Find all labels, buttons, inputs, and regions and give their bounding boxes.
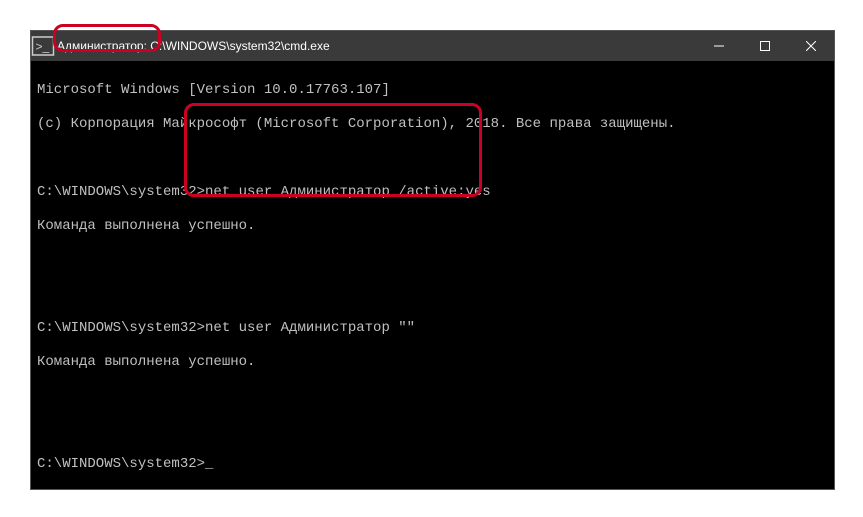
- result-line-1: Команда выполнена успешно.: [37, 218, 828, 235]
- terminal-content[interactable]: Microsoft Windows [Version 10.0.17763.10…: [31, 61, 834, 489]
- current-prompt: C:\WINDOWS\system32>_: [37, 456, 828, 473]
- window-controls: [696, 31, 834, 61]
- cmd-window: >_ Администратор: C:\WINDOWS\system32\cm…: [30, 30, 835, 490]
- blank-line: [37, 286, 828, 303]
- title-prefix: Администратор:: [57, 39, 147, 53]
- titlebar[interactable]: >_ Администратор: C:\WINDOWS\system32\cm…: [31, 31, 834, 61]
- command-line-1: C:\WINDOWS\system32>net user Администрат…: [37, 184, 828, 201]
- copyright-line: (c) Корпорация Майкрософт (Microsoft Cor…: [37, 116, 828, 133]
- command-line-2: C:\WINDOWS\system32>net user Администрат…: [37, 320, 828, 337]
- prompt-path: C:\WINDOWS\system32>: [37, 456, 205, 472]
- prompt-path: C:\WINDOWS\system32>: [37, 320, 205, 336]
- command-text: net user Администратор /active:yes: [205, 184, 491, 200]
- maximize-button[interactable]: [742, 31, 788, 61]
- version-line: Microsoft Windows [Version 10.0.17763.10…: [37, 82, 828, 99]
- result-line-2: Команда выполнена успешно.: [37, 354, 828, 371]
- window-title: Администратор: C:\WINDOWS\system32\cmd.e…: [55, 39, 696, 53]
- blank-line: [37, 150, 828, 167]
- blank-line: [37, 422, 828, 439]
- minimize-button[interactable]: [696, 31, 742, 61]
- blank-line: [37, 388, 828, 405]
- cursor: _: [205, 456, 213, 472]
- cmd-icon: >_: [31, 31, 55, 61]
- prompt-path: C:\WINDOWS\system32>: [37, 184, 205, 200]
- svg-text:>_: >_: [36, 40, 50, 54]
- title-path: C:\WINDOWS\system32\cmd.exe: [150, 39, 329, 53]
- close-button[interactable]: [788, 31, 834, 61]
- command-text: net user Администратор "": [205, 320, 415, 336]
- blank-line: [37, 252, 828, 269]
